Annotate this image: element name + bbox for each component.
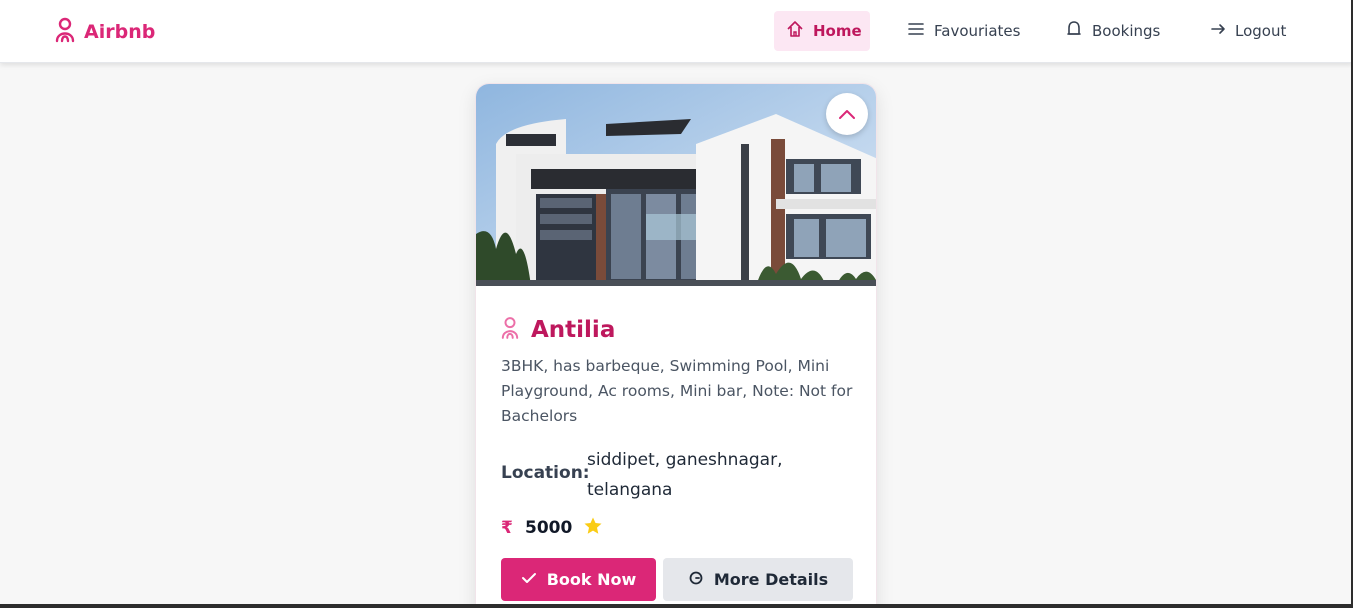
- more-details-button[interactable]: More Details: [663, 558, 853, 601]
- nav-home-label: Home: [813, 22, 862, 40]
- listing-price: 5000: [525, 518, 573, 538]
- collapse-button[interactable]: [826, 93, 868, 135]
- price-row: ₹ 5000: [501, 515, 603, 541]
- check-icon: [521, 570, 537, 589]
- airbnb-logo-icon: [55, 17, 75, 48]
- book-now-button[interactable]: Book Now: [501, 558, 656, 601]
- nav-home[interactable]: Home: [774, 11, 870, 51]
- listing-card: Antilia 3BHK, has barbeque, Swimming Poo…: [475, 83, 877, 608]
- listing-title: Antilia: [531, 317, 616, 343]
- nav-favourites-label: Favouriates: [934, 22, 1021, 40]
- bell-icon: [1065, 20, 1083, 42]
- info-circle-icon: [688, 570, 704, 590]
- nav-logout[interactable]: Logout: [1210, 11, 1310, 51]
- star-icon: [583, 516, 603, 540]
- nav-favourites[interactable]: Favouriates: [907, 11, 1037, 51]
- book-now-label: Book Now: [546, 570, 637, 589]
- currency-symbol: ₹: [501, 518, 513, 538]
- arrow-right-icon: [1210, 21, 1226, 41]
- more-details-label: More Details: [713, 570, 829, 589]
- listing-image: [476, 84, 876, 286]
- home-icon: [786, 20, 804, 42]
- airbnb-logo-icon: [501, 316, 519, 344]
- location-value: siddipet, ganeshnagar, telangana: [587, 450, 783, 500]
- nav-bookings-label: Bookings: [1092, 22, 1161, 40]
- nav-bookings[interactable]: Bookings: [1065, 11, 1175, 51]
- listing-description: 3BHK, has barbeque, Swimming Pool, Mini …: [501, 357, 853, 425]
- nav-logout-label: Logout: [1235, 22, 1287, 40]
- brand-name: Airbnb: [84, 21, 156, 43]
- location-label: Location:: [501, 463, 590, 483]
- brand-logo[interactable]: Airbnb: [55, 17, 155, 47]
- top-navbar: Airbnb Home Favouriates Bookings Logout: [0, 0, 1353, 63]
- listing-title-row: Antilia: [501, 314, 615, 346]
- window-edge-bottom: [0, 604, 1353, 608]
- menu-lines-icon: [907, 20, 925, 42]
- chevron-up-icon: [838, 108, 856, 120]
